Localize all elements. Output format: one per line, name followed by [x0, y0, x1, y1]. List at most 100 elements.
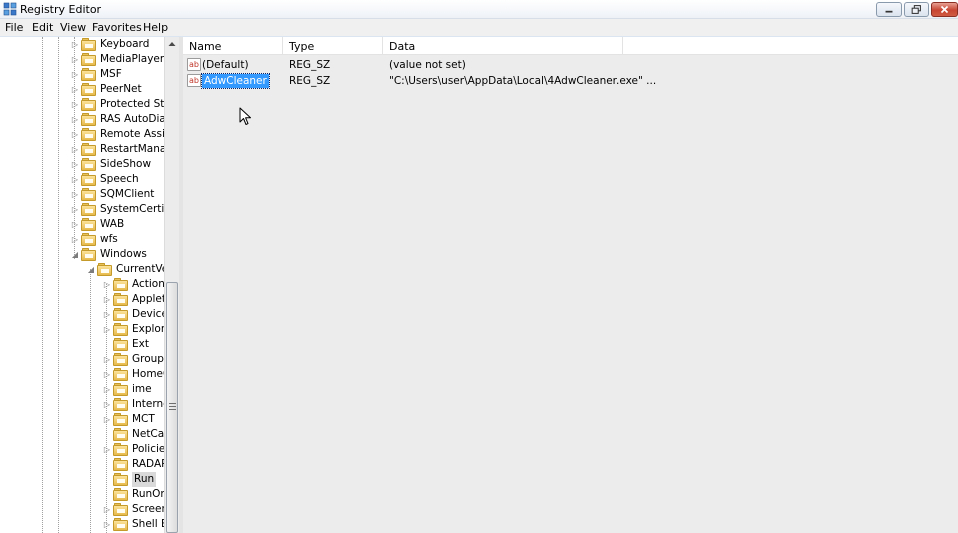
folder-icon: [81, 38, 97, 51]
tree-node-sideshow[interactable]: ▷ SideShow: [71, 157, 164, 172]
folder-icon: [113, 353, 129, 366]
tree-node-radar[interactable]: RADAR: [103, 457, 164, 472]
tree-node-label: Run: [132, 472, 157, 487]
expanded-arrow-icon[interactable]: ◢: [87, 265, 95, 274]
collapsed-arrow-icon[interactable]: ▷: [71, 160, 79, 169]
restore-button[interactable]: [904, 2, 929, 17]
tree-node-explore[interactable]: ▷ Explore: [103, 322, 164, 337]
tree-node-run[interactable]: Run: [103, 472, 164, 487]
tree-node-label: ime: [132, 383, 152, 395]
tree-node-action[interactable]: ▷ Action: [103, 277, 164, 292]
tree-node-sqmclient[interactable]: ▷ SQMClient: [71, 187, 164, 202]
tree-node-label: MSF: [100, 68, 122, 80]
tree-node-speech[interactable]: ▷ Speech: [71, 172, 164, 187]
tree-scrollbar[interactable]: [164, 37, 179, 533]
collapsed-arrow-icon[interactable]: ▷: [103, 385, 111, 394]
folder-icon: [113, 458, 129, 471]
tree-node-label: Screens: [132, 503, 164, 515]
tree-node-ext[interactable]: Ext: [103, 337, 164, 352]
collapsed-arrow-icon[interactable]: ▷: [71, 235, 79, 244]
tree-node-interne[interactable]: ▷ Interne: [103, 397, 164, 412]
collapsed-arrow-icon[interactable]: ▷: [71, 220, 79, 229]
registry-key-tree[interactable]: ▷ Keyboard ▷ MediaPlayer ▷ MSF ▷ PeerNet ▷ Protec…: [0, 37, 164, 533]
menu-favorites[interactable]: Favorites: [88, 20, 146, 35]
collapsed-arrow-icon[interactable]: ▷: [103, 355, 111, 364]
tree-node-restartmanage[interactable]: ▷ RestartManage: [71, 142, 164, 157]
tree-node-keyboard[interactable]: ▷ Keyboard: [71, 37, 164, 52]
folder-icon: [113, 293, 129, 306]
tree-node-wfs[interactable]: ▷ wfs: [71, 232, 164, 247]
column-header-name[interactable]: Name: [183, 37, 283, 55]
column-header-data[interactable]: Data: [383, 37, 623, 55]
tree-node-applets[interactable]: ▷ Applets: [103, 292, 164, 307]
tree-node-remote-assista[interactable]: ▷ Remote Assista: [71, 127, 164, 142]
collapsed-arrow-icon[interactable]: ▷: [71, 175, 79, 184]
value-data: "C:\Users\user\AppData\Local\4AdwCleaner…: [389, 75, 657, 87]
tree-node-peernet[interactable]: ▷ PeerNet: [71, 82, 164, 97]
close-button[interactable]: [931, 2, 958, 17]
tree-node-runon[interactable]: RunOn: [103, 487, 164, 502]
folder-icon: [113, 368, 129, 381]
menu-help[interactable]: Help: [139, 20, 172, 35]
menu-file[interactable]: File: [1, 20, 27, 35]
tree-node-label: MCT: [132, 413, 155, 425]
collapsed-arrow-icon[interactable]: ▷: [103, 505, 111, 514]
folder-icon: [113, 428, 129, 441]
tree-node-device[interactable]: ▷ Device: [103, 307, 164, 322]
tree-node-msf[interactable]: ▷ MSF: [71, 67, 164, 82]
collapsed-arrow-icon[interactable]: ▷: [71, 205, 79, 214]
collapsed-arrow-icon[interactable]: ▷: [103, 370, 111, 379]
collapsed-arrow-icon[interactable]: ▷: [71, 85, 79, 94]
collapsed-arrow-icon[interactable]: ▷: [103, 415, 111, 424]
tree-node-label: Shell Ex: [132, 518, 164, 530]
tree-node-mediaplayer[interactable]: ▷ MediaPlayer: [71, 52, 164, 67]
tree-node-policies[interactable]: ▷ Policies: [103, 442, 164, 457]
collapsed-arrow-icon[interactable]: ▷: [71, 190, 79, 199]
menu-edit[interactable]: Edit: [28, 20, 57, 35]
tree-node-label: Keyboard: [100, 38, 150, 50]
tree-node-systemcertific[interactable]: ▷ SystemCertific: [71, 202, 164, 217]
collapsed-arrow-icon[interactable]: ▷: [103, 325, 111, 334]
title-bar[interactable]: Registry Editor: [0, 0, 958, 19]
collapsed-arrow-icon[interactable]: ▷: [103, 310, 111, 319]
tree-node-screens[interactable]: ▷ Screens: [103, 502, 164, 517]
collapsed-arrow-icon[interactable]: ▷: [71, 130, 79, 139]
tree-node-ras-autodial[interactable]: ▷ RAS AutoDial: [71, 112, 164, 127]
tree-guide-line: [42, 37, 43, 533]
tree-node-mct[interactable]: ▷ MCT: [103, 412, 164, 427]
collapsed-arrow-icon[interactable]: ▷: [71, 40, 79, 49]
folder-icon: [81, 113, 97, 126]
folder-icon: [81, 53, 97, 66]
scrollbar-thumb[interactable]: [166, 282, 178, 533]
collapsed-arrow-icon[interactable]: ▷: [103, 295, 111, 304]
collapsed-arrow-icon[interactable]: ▷: [71, 100, 79, 109]
tree-node-protected-stor[interactable]: ▷ Protected Stor: [71, 97, 164, 112]
tree-node-shell-ex[interactable]: ▷ Shell Ex: [103, 517, 164, 532]
tree-node-windows[interactable]: ◢ Windows: [71, 247, 164, 262]
collapsed-arrow-icon[interactable]: ▷: [71, 55, 79, 64]
tree-node-netcac[interactable]: NetCac: [103, 427, 164, 442]
minimize-button[interactable]: [876, 2, 902, 17]
menu-view[interactable]: View: [56, 20, 90, 35]
collapsed-arrow-icon[interactable]: ▷: [103, 520, 111, 529]
value-row[interactable]: ab AdwCleaner REG_SZ "C:\Users\user\AppData…: [183, 73, 958, 89]
scroll-up-arrow-icon[interactable]: [165, 37, 179, 52]
collapsed-arrow-icon[interactable]: ▷: [103, 400, 111, 409]
column-header-type[interactable]: Type: [283, 37, 383, 55]
collapsed-arrow-icon[interactable]: ▷: [103, 445, 111, 454]
collapsed-arrow-icon[interactable]: ▷: [71, 145, 79, 154]
tree-node-currentver[interactable]: ◢ CurrentVer: [87, 262, 164, 277]
folder-icon: [97, 263, 113, 276]
tree-node-group-i[interactable]: ▷ Group I: [103, 352, 164, 367]
tree-node-ime[interactable]: ▷ ime: [103, 382, 164, 397]
tree-node-label: RADAR: [132, 458, 164, 470]
value-row[interactable]: ab (Default) REG_SZ (value not set): [183, 57, 958, 73]
collapsed-arrow-icon[interactable]: ▷: [71, 115, 79, 124]
expanded-arrow-icon[interactable]: ◢: [71, 250, 79, 259]
collapsed-arrow-icon[interactable]: ▷: [71, 70, 79, 79]
tree-node-homeg[interactable]: ▷ HomeG: [103, 367, 164, 382]
registry-values-list[interactable]: Name Type Data ab (Default) REG_SZ (value n…: [183, 37, 958, 533]
collapsed-arrow-icon[interactable]: ▷: [103, 280, 111, 289]
tree-node-wab[interactable]: ▷ WAB: [71, 217, 164, 232]
folder-icon: [113, 413, 129, 426]
